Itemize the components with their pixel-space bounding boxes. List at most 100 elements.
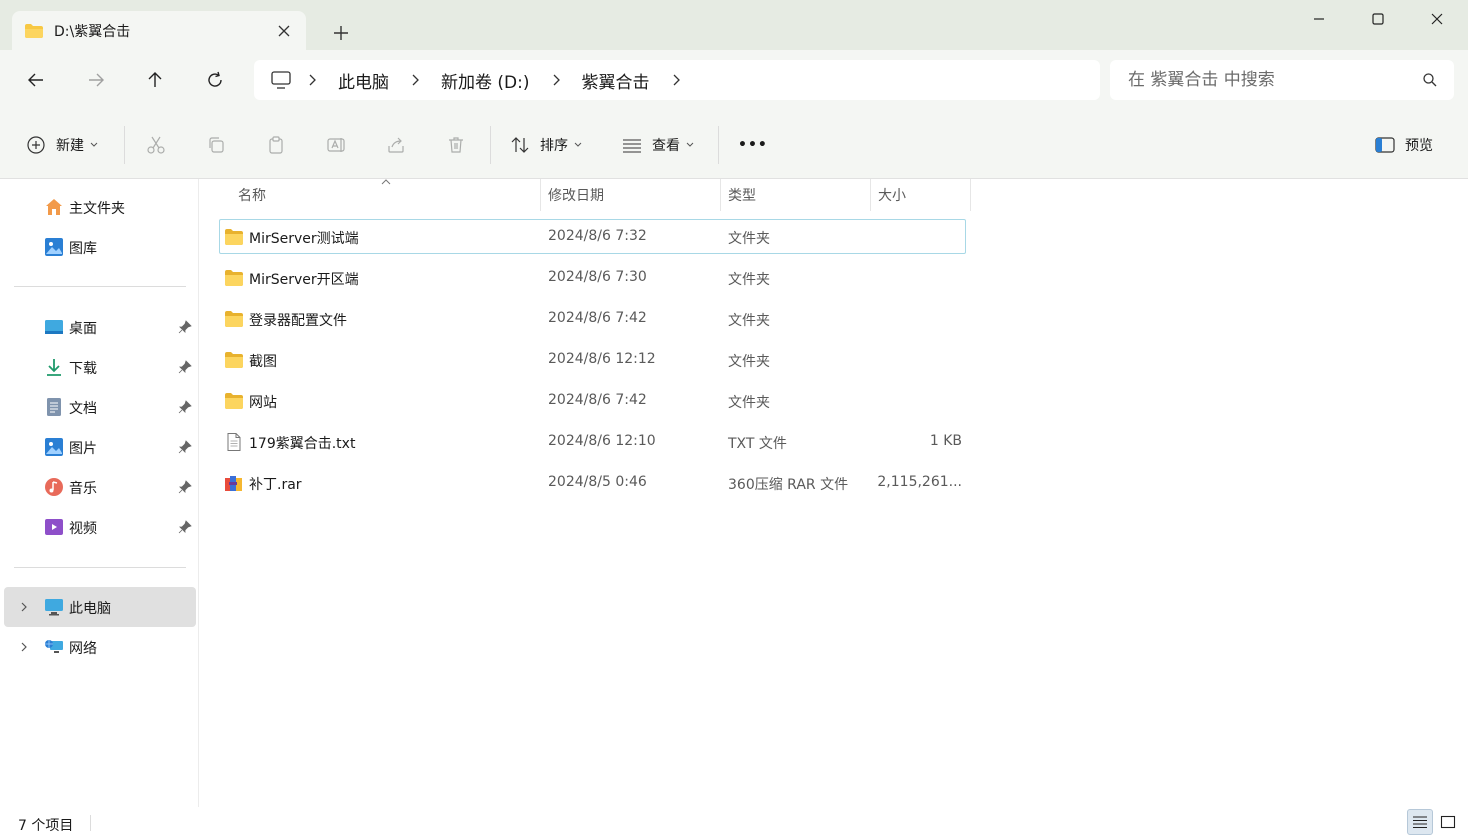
sort-icon bbox=[511, 137, 529, 153]
search-input[interactable] bbox=[1128, 70, 1408, 90]
music-icon bbox=[45, 478, 63, 496]
sidebar-item-downloads[interactable]: 下载 bbox=[4, 347, 196, 387]
gallery-icon bbox=[45, 238, 63, 256]
file-row[interactable]: 截图 2024/8/6 12:12 文件夹 bbox=[219, 342, 966, 377]
pin-icon[interactable] bbox=[178, 520, 192, 534]
column-divider[interactable] bbox=[970, 179, 971, 211]
pin-icon[interactable] bbox=[178, 480, 192, 494]
file-row[interactable]: 网站 2024/8/6 7:42 文件夹 bbox=[219, 383, 966, 418]
home-icon bbox=[46, 199, 62, 215]
forward-button[interactable] bbox=[84, 68, 108, 92]
share-button[interactable] bbox=[386, 132, 406, 158]
back-button[interactable] bbox=[24, 68, 48, 92]
delete-icon bbox=[449, 137, 463, 153]
column-divider[interactable] bbox=[720, 179, 721, 211]
file-list: 名称 修改日期 类型 大小 MirServer测试端 2024/8/6 7:32… bbox=[200, 179, 1468, 807]
paste-button[interactable] bbox=[266, 132, 286, 158]
more-options-button[interactable]: ••• bbox=[738, 132, 768, 158]
file-row[interactable]: MirServer测试端 2024/8/6 7:32 文件夹 bbox=[219, 219, 966, 254]
column-header-size[interactable]: 大小 bbox=[878, 179, 906, 211]
chevron-down-icon bbox=[90, 142, 98, 147]
chevron-right-icon[interactable] bbox=[18, 601, 30, 613]
close-icon bbox=[1431, 13, 1443, 25]
arrow-up-icon bbox=[148, 72, 162, 87]
pictures-icon bbox=[45, 438, 63, 456]
sidebar-item-documents[interactable]: 文档 bbox=[4, 387, 196, 427]
file-row[interactable]: 补丁.rar 2024/8/5 0:46 360压缩 RAR 文件 2,115,… bbox=[219, 465, 966, 500]
file-name: 登录器配置文件 bbox=[249, 313, 347, 329]
address-box[interactable]: 此电脑 新加卷 (D:) 紫翼合击 bbox=[254, 60, 1100, 100]
sidebar-item-this-pc[interactable]: 此电脑 bbox=[4, 587, 196, 627]
breadcrumb-chevron-icon[interactable] bbox=[546, 70, 566, 90]
sidebar-item-videos[interactable]: 视频 bbox=[4, 507, 196, 547]
new-tab-icon[interactable] bbox=[330, 22, 352, 44]
delete-button[interactable] bbox=[446, 132, 466, 158]
sidebar-item-pictures[interactable]: 图片 bbox=[4, 427, 196, 467]
chevron-right-icon[interactable] bbox=[18, 641, 30, 653]
sidebar-item-music[interactable]: 音乐 bbox=[4, 467, 196, 507]
view-button[interactable]: 查看 bbox=[622, 132, 694, 158]
tiles-view-button[interactable] bbox=[1435, 809, 1461, 835]
copy-button[interactable] bbox=[206, 132, 226, 158]
up-button[interactable] bbox=[143, 68, 167, 92]
sort-button[interactable]: 排序 bbox=[510, 132, 582, 158]
pin-icon[interactable] bbox=[178, 320, 192, 334]
column-divider[interactable] bbox=[870, 179, 871, 211]
tab-current-folder[interactable]: D:\紫翼合击 bbox=[12, 11, 306, 50]
sidebar-item-desktop[interactable]: 桌面 bbox=[4, 307, 196, 347]
sidebar-item-network[interactable]: 网络 bbox=[4, 627, 196, 667]
folder-icon bbox=[25, 23, 43, 38]
column-header-type[interactable]: 类型 bbox=[728, 179, 756, 211]
file-date: 2024/8/6 12:12 bbox=[548, 351, 656, 367]
file-row[interactable]: 179紫翼合击.txt 2024/8/6 12:10 TXT 文件 1 KB bbox=[219, 424, 966, 459]
file-row[interactable]: MirServer开区端 2024/8/6 7:30 文件夹 bbox=[219, 260, 966, 295]
file-type: 文件夹 bbox=[728, 313, 770, 329]
maximize-button[interactable] bbox=[1355, 6, 1401, 32]
file-row[interactable]: 登录器配置文件 2024/8/6 7:42 文件夹 bbox=[219, 301, 966, 336]
column-header-name[interactable]: 名称 bbox=[238, 179, 266, 211]
minimize-button[interactable] bbox=[1296, 6, 1342, 32]
paste-icon bbox=[269, 136, 283, 154]
breadcrumb-chevron-icon[interactable] bbox=[666, 70, 686, 90]
search-icon[interactable] bbox=[1422, 72, 1438, 88]
breadcrumb-chevron-icon[interactable] bbox=[302, 70, 322, 90]
column-divider[interactable] bbox=[540, 179, 541, 211]
arrow-left-icon bbox=[28, 73, 43, 87]
toolbar-divider bbox=[718, 126, 719, 164]
file-type: 文件夹 bbox=[728, 395, 770, 411]
details-view-button[interactable] bbox=[1407, 809, 1433, 835]
file-type: 360压缩 RAR 文件 bbox=[728, 477, 849, 493]
pin-icon[interactable] bbox=[178, 400, 192, 414]
computer-icon bbox=[45, 599, 63, 616]
pin-icon[interactable] bbox=[178, 440, 192, 454]
rename-button[interactable] bbox=[326, 132, 348, 158]
column-header-date[interactable]: 修改日期 bbox=[548, 179, 604, 211]
toolbar-divider bbox=[124, 126, 125, 164]
file-date: 2024/8/6 12:10 bbox=[548, 433, 656, 449]
address-bar-row: 此电脑 新加卷 (D:) 紫翼合击 bbox=[0, 50, 1468, 110]
refresh-button[interactable] bbox=[203, 68, 227, 92]
refresh-icon bbox=[208, 71, 222, 87]
breadcrumb-this-pc[interactable]: 此电脑 bbox=[338, 68, 389, 93]
new-button[interactable]: 新建 bbox=[26, 132, 98, 158]
sidebar-item-label: 图库 bbox=[69, 241, 97, 257]
sidebar-item-gallery[interactable]: 图库 bbox=[4, 227, 196, 267]
sidebar-item-label: 下载 bbox=[69, 361, 97, 377]
preview-pane-button[interactable]: 预览 bbox=[1374, 132, 1433, 158]
file-name: 补丁.rar bbox=[249, 477, 302, 493]
sort-ascending-icon bbox=[381, 179, 391, 185]
sidebar-item-home[interactable]: 主文件夹 bbox=[4, 187, 196, 227]
cut-button[interactable] bbox=[146, 132, 166, 158]
close-window-button[interactable] bbox=[1414, 6, 1460, 32]
breadcrumb-chevron-icon[interactable] bbox=[405, 70, 425, 90]
breadcrumb-drive[interactable]: 新加卷 (D:) bbox=[441, 68, 530, 93]
breadcrumb-current-folder[interactable]: 紫翼合击 bbox=[582, 68, 650, 93]
search-box[interactable] bbox=[1110, 60, 1454, 100]
pin-icon[interactable] bbox=[178, 360, 192, 374]
maximize-icon bbox=[1372, 13, 1384, 25]
arrow-right-icon bbox=[89, 73, 104, 87]
close-tab-icon[interactable] bbox=[274, 21, 294, 41]
file-size: 2,115,261... bbox=[877, 474, 962, 490]
folder-icon bbox=[225, 352, 243, 368]
new-label: 新建 bbox=[56, 138, 84, 154]
